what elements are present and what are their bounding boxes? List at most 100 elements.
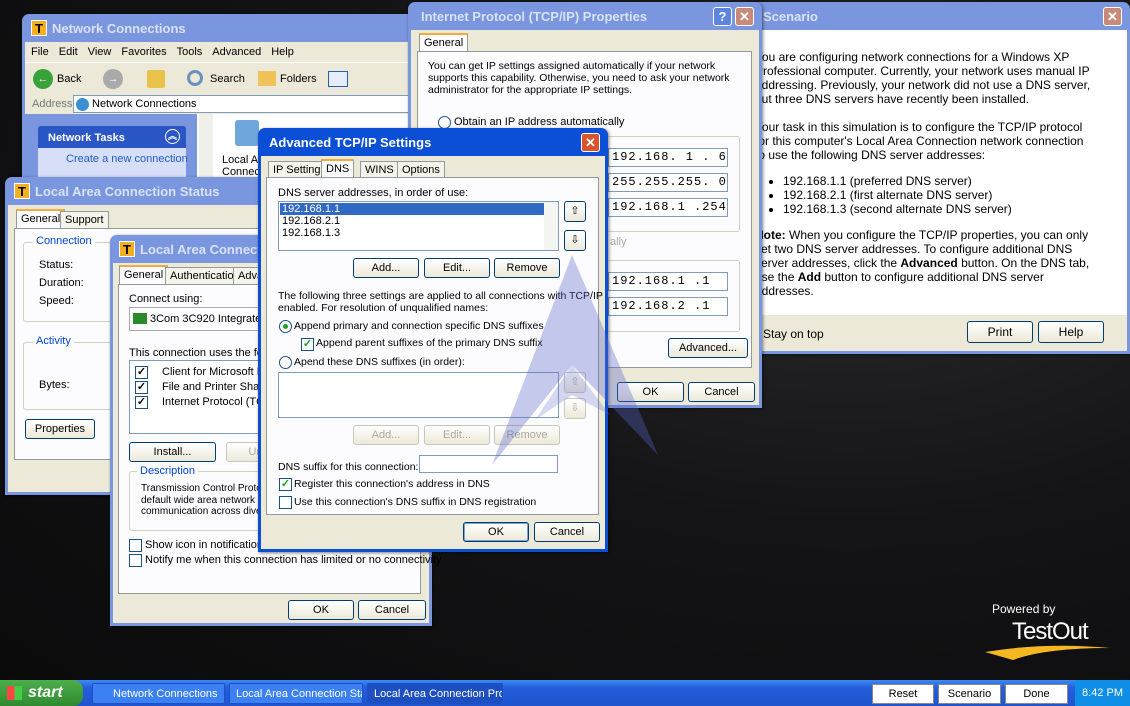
up-folder-icon[interactable] [147,70,165,88]
title-bar[interactable]: Internet Protocol (TCP/IP) Properties? ✕ [411,2,759,30]
tab-general[interactable]: General [119,265,169,284]
taskbar-lan-properties[interactable]: Local Area Connection Prop... [367,683,503,704]
append-these-radio[interactable] [279,356,292,369]
use-suffix-checkbox[interactable] [279,496,292,509]
move-down-button[interactable]: ⇩ [564,230,586,251]
address-bar: Address Network Connections [25,94,419,114]
install-button[interactable]: Install... [129,442,216,462]
cancel-button[interactable]: Cancel [358,600,426,620]
status-label: Status: [39,259,74,271]
list-item[interactable]: 192.168.2.1 [282,215,340,227]
back-icon[interactable]: ← [33,69,53,89]
title-bar[interactable]: T Network Connections [25,14,419,42]
append-primary-radio[interactable] [279,320,292,333]
address-value: Network Connections [92,98,197,110]
lan-icon-label[interactable]: Local A [222,154,258,166]
dns-auto-label: ally [610,236,627,248]
search-button[interactable]: Search [210,73,245,85]
title-bar[interactable]: Scenario ✕ [743,2,1127,30]
close-icon[interactable]: ✕ [1103,7,1122,26]
start-label: start [28,684,63,701]
close-icon[interactable]: ✕ [735,7,754,26]
show-icon-checkbox[interactable] [129,539,142,552]
cancel-button[interactable]: Cancel [688,382,755,402]
print-button[interactable]: Print [967,321,1033,343]
properties-button[interactable]: Properties [25,419,95,439]
intro-text: You can get IP settings assigned automat… [428,60,730,96]
edit-suffix-button[interactable]: Edit... [424,425,490,445]
help-icon[interactable]: ? [713,7,732,26]
move-up-button[interactable]: ⇧ [564,201,586,222]
collapse-chevron-icon[interactable]: ︽ [165,129,180,144]
menu-edit[interactable]: Edit [59,46,78,58]
dns-server-list[interactable]: 192.168.1.1 192.168.2.1 192.168.1.3 [278,201,559,251]
scenario-button[interactable]: Scenario [938,684,1001,704]
address-input[interactable]: Network Connections [73,95,419,113]
tab-general[interactable]: General [16,209,66,228]
obtain-auto-label: Obtain an IP address automatically [454,116,625,128]
default-gateway-field[interactable]: 192.168.1 .254 [608,198,728,217]
reset-button[interactable]: Reset [872,684,934,704]
lan-connection-icon[interactable] [235,120,259,146]
notify-label: Notify me when this connection has limit… [145,554,442,566]
menu-file[interactable]: File [31,46,49,58]
list-item-selected[interactable]: 192.168.1.1 [280,203,544,215]
testout-icon: T [31,20,47,36]
done-button[interactable]: Done [1005,684,1068,704]
ok-button[interactable]: OK [288,600,354,620]
list-item[interactable]: 192.168.1.3 [282,227,340,239]
title-bar[interactable]: Advanced TCP/IP Settings ✕ [261,128,605,156]
menu-help[interactable]: Help [271,46,294,58]
close-icon[interactable]: ✕ [581,133,600,152]
add-suffix-button[interactable]: Add... [353,425,419,445]
tcpip-checkbox[interactable]: ✓ [135,396,148,409]
advanced-button[interactable]: Advanced... [668,338,748,358]
window-title: Network Connections [52,20,186,36]
watermark-arrow-icon [492,255,658,465]
ok-button[interactable]: OK [463,522,529,542]
folders-button[interactable]: Folders [280,73,317,85]
windows-logo-icon [7,686,22,700]
menu-view[interactable]: View [88,46,112,58]
description-label: Description [137,465,199,477]
powered-by-label: Powered by [992,602,1056,616]
stay-on-top-checkbox[interactable]: Stay on top [763,327,824,341]
tab-options[interactable]: Options [397,161,445,178]
address-label: Address [32,98,73,110]
subnet-mask-field[interactable]: 255.255.255. 0 [608,173,728,192]
register-dns-checkbox[interactable]: ✓ [279,478,292,491]
network-card-icon [133,313,147,324]
tab-support[interactable]: Support [60,211,109,228]
back-button[interactable]: Back [57,73,81,85]
tab-wins[interactable]: WINS [360,161,399,178]
title-bar[interactable]: T Local Area Connection Status [8,177,272,205]
forward-icon[interactable]: → [103,69,123,89]
scenario-paragraph-1: You are configuring network connections … [755,50,1091,106]
file-sharing-checkbox[interactable]: ✓ [135,381,148,394]
notify-checkbox[interactable] [129,554,142,567]
dns-bullet: 192.168.2.1 (first alternate DNS server) [783,188,1095,202]
taskbar-lan-status[interactable]: Local Area Connection Status [229,683,363,704]
menu-tools[interactable]: Tools [177,46,203,58]
speed-label: Speed: [39,295,74,307]
network-tasks-header[interactable]: Network Tasks ︽ [38,126,186,148]
start-button[interactable]: start [0,680,83,706]
tab-general[interactable]: General [419,33,469,52]
client-checkbox[interactable]: ✓ [135,366,148,379]
folders-icon [258,71,276,86]
edit-dns-button[interactable]: Edit... [424,258,490,278]
create-connection-link[interactable]: Create a new connection [66,153,188,165]
cancel-button[interactable]: Cancel [534,522,600,542]
list-scrollbar[interactable] [544,202,558,250]
append-parent-checkbox[interactable]: ✓ [301,338,314,351]
tab-dns[interactable]: DNS [321,159,355,178]
menu-advanced[interactable]: Advanced [212,46,261,58]
views-icon[interactable] [328,71,348,87]
add-dns-button[interactable]: Add... [353,258,419,278]
menu-favorites[interactable]: Favorites [121,46,166,58]
ip-address-field[interactable]: 192.168. 1 . 6 [608,148,728,167]
help-button[interactable]: Help [1038,321,1104,343]
taskbar-network-connections[interactable]: Network Connections [92,683,225,704]
dns-bullet: 192.168.1.1 (preferred DNS server) [783,174,1095,188]
toolbar: ← Back → Search Folders [25,62,419,94]
